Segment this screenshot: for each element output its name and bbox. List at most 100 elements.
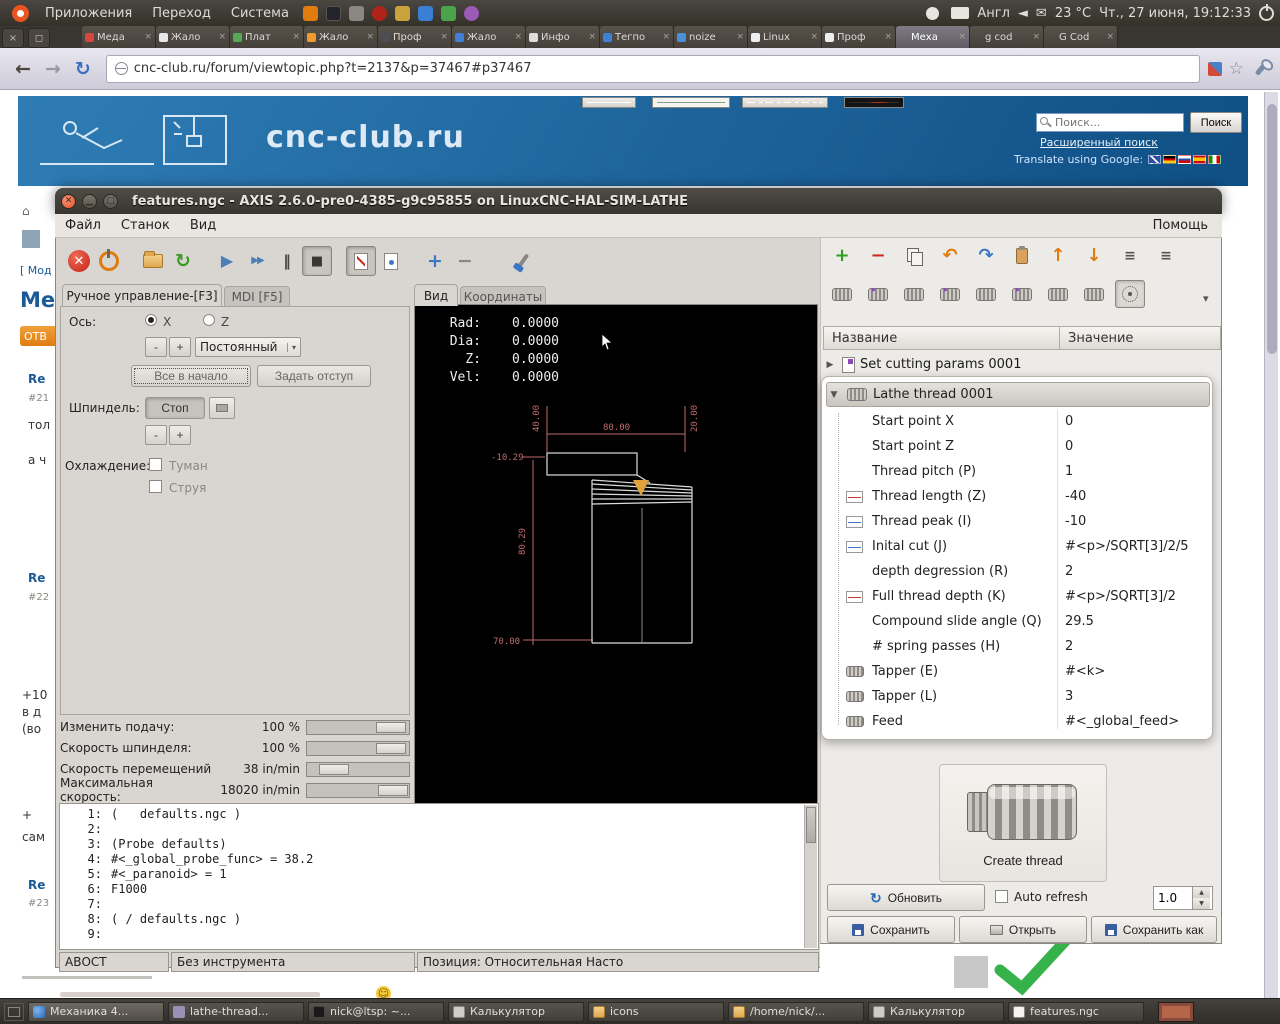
advanced-search-link[interactable]: Расширенный поиск — [1040, 136, 1158, 149]
tab-close-icon[interactable]: × — [956, 32, 966, 42]
slider-thumb[interactable] — [376, 742, 407, 754]
site-search-input[interactable] — [1036, 113, 1184, 132]
optional-stop-toggle[interactable] — [376, 246, 406, 276]
taskbar-window-button[interactable]: lathe-thread... — [168, 1001, 304, 1022]
touch-off-button[interactable]: Задать отступ — [257, 365, 371, 387]
flag-it-icon[interactable] — [1208, 155, 1221, 164]
param-value[interactable]: 1 — [1057, 464, 1214, 479]
outdent-button[interactable]: ≡ — [1115, 242, 1145, 270]
feature-template-button-6[interactable] — [1007, 280, 1037, 308]
move-up-button[interactable]: ↑ — [1043, 242, 1073, 270]
tab-manual-control[interactable]: Ручное управление-[F3] — [62, 284, 222, 306]
menu-machine[interactable]: Станок — [111, 218, 180, 233]
banner-thumbnail-4[interactable] — [844, 97, 904, 108]
param-value[interactable]: 3 — [1057, 689, 1214, 704]
show-desktop-button[interactable] — [4, 1002, 24, 1021]
launcher-icon[interactable] — [371, 5, 387, 21]
tree-row-set-cutting-params[interactable]: ▶ Set cutting params 0001 — [823, 352, 1221, 377]
browser-tab[interactable]: Проф × — [822, 26, 896, 48]
remove-feature-button[interactable]: − — [863, 242, 893, 270]
refresh-interval-spinner[interactable]: ▲ ▼ — [1153, 886, 1213, 910]
axis-z-radio[interactable] — [203, 314, 215, 326]
window-minimize-icon[interactable]: ▁ — [82, 193, 97, 209]
taskbar-window-button[interactable]: /home/nick/... — [728, 1001, 864, 1022]
open-file-button[interactable] — [138, 246, 168, 276]
param-row[interactable]: Thread pitch (P) 1 — [822, 459, 1214, 484]
site-search-button[interactable]: Поиск — [1190, 112, 1242, 133]
banner-thumbnail-3[interactable] — [742, 97, 828, 108]
url-input[interactable] — [133, 61, 1191, 76]
spindle-stop-button[interactable]: Стоп — [145, 397, 205, 419]
param-row[interactable]: Compound slide angle (Q) 29.5 — [822, 609, 1214, 634]
param-value[interactable]: #<_global_feed> — [1057, 714, 1214, 729]
column-header-value[interactable]: Значение — [1060, 326, 1221, 350]
banner-thumbnail-2[interactable] — [652, 97, 730, 108]
jog-minus-button[interactable]: - — [145, 337, 167, 357]
power-icon[interactable] — [1259, 3, 1274, 21]
mist-checkbox[interactable] — [149, 458, 162, 471]
feature-template-button-5[interactable] — [971, 280, 1001, 308]
tab-close-icon[interactable]: × — [1030, 32, 1040, 42]
machine-power-button[interactable] — [94, 246, 124, 276]
slider-thumb[interactable] — [376, 721, 407, 733]
flag-es-icon[interactable] — [1193, 155, 1206, 164]
spindle-brake-button[interactable] — [209, 397, 235, 419]
features-menu-dropdown[interactable]: ▾ — [1203, 292, 1209, 305]
launcher-icon[interactable] — [394, 5, 410, 21]
spindle-override-slider[interactable] — [306, 740, 410, 756]
paste-button[interactable] — [1007, 242, 1037, 270]
copy-feature-button[interactable] — [899, 242, 929, 270]
gcode-scrollbar-thumb[interactable] — [806, 807, 816, 843]
open-button[interactable]: Открыть — [959, 916, 1087, 943]
jog-speed-slider[interactable] — [306, 761, 410, 777]
tab-close-icon[interactable]: × — [142, 32, 152, 42]
panic-button[interactable]: ◻ — [28, 28, 50, 48]
feed-override-slider[interactable] — [306, 719, 410, 735]
post-fragment[interactable]: Re — [28, 372, 45, 386]
tab-close-icon[interactable]: × — [882, 32, 892, 42]
tab-close-icon[interactable]: × — [660, 32, 670, 42]
clock[interactable]: Чт., 27 июня, 19:12:33 — [1099, 6, 1251, 21]
tab-list-button[interactable]: × — [2, 28, 24, 48]
tab-close-icon[interactable]: × — [586, 32, 596, 42]
indent-button[interactable]: ≡ — [1151, 242, 1181, 270]
param-value[interactable]: 2 — [1057, 564, 1214, 579]
taskbar-window-button[interactable]: nick@ltsp: ~... — [308, 1001, 444, 1022]
skip-lines-toggle[interactable] — [346, 246, 376, 276]
launcher-icon[interactable] — [463, 5, 479, 21]
param-value[interactable]: 29.5 — [1057, 614, 1214, 629]
browser-tab[interactable]: Жало × — [452, 26, 526, 48]
clear-plot-button[interactable] — [508, 246, 538, 276]
add-feature-button[interactable]: + — [827, 242, 857, 270]
window-close-icon[interactable]: ✕ — [61, 193, 76, 209]
weather-temperature[interactable]: 23 °C — [1055, 6, 1091, 21]
home-all-button[interactable]: Все в начало — [131, 365, 251, 387]
param-row[interactable]: # spring passes (H) 2 — [822, 634, 1214, 659]
launcher-icon[interactable] — [302, 5, 318, 21]
tree-row-lathe-thread[interactable]: ▼ Lathe thread 0001 — [826, 382, 1210, 407]
axis-window-titlebar[interactable]: ✕ ▁ ▢ features.ngc - AXIS 2.6.0-pre0-438… — [55, 188, 1222, 214]
tab-close-icon[interactable]: × — [438, 32, 448, 42]
browser-tab[interactable]: Жало × — [304, 26, 378, 48]
circle-pattern-button[interactable] — [1115, 280, 1145, 308]
launcher-icon[interactable] — [348, 5, 364, 21]
tab-close-icon[interactable]: × — [1104, 32, 1114, 42]
taskbar-window-button[interactable]: features.ngc — [1008, 1001, 1144, 1022]
reload-button[interactable]: ↻ — [68, 58, 98, 80]
url-bar[interactable] — [105, 54, 1200, 83]
param-row[interactable]: Tapper (L) 3 — [822, 684, 1214, 709]
feature-template-button-1[interactable] — [827, 280, 857, 308]
param-row[interactable]: Feed #<_global_feed> — [822, 709, 1214, 734]
param-value[interactable]: -10 — [1057, 514, 1214, 529]
launcher-icon[interactable] — [440, 5, 456, 21]
window-maximize-icon[interactable]: ▢ — [103, 193, 118, 209]
bookmark-star-icon[interactable]: ☆ — [1222, 59, 1251, 79]
browser-tab[interactable]: Меда × — [82, 26, 156, 48]
reload-file-button[interactable]: ↻ — [168, 246, 198, 276]
param-row[interactable]: Tapper (E) #<k> — [822, 659, 1214, 684]
mail-icon[interactable]: ✉ — [1036, 7, 1047, 20]
browser-tab[interactable]: Инфо × — [526, 26, 600, 48]
feature-template-button-7[interactable] — [1043, 280, 1073, 308]
feature-template-button-8[interactable] — [1079, 280, 1109, 308]
settings-wrench-icon[interactable] — [1254, 61, 1269, 76]
